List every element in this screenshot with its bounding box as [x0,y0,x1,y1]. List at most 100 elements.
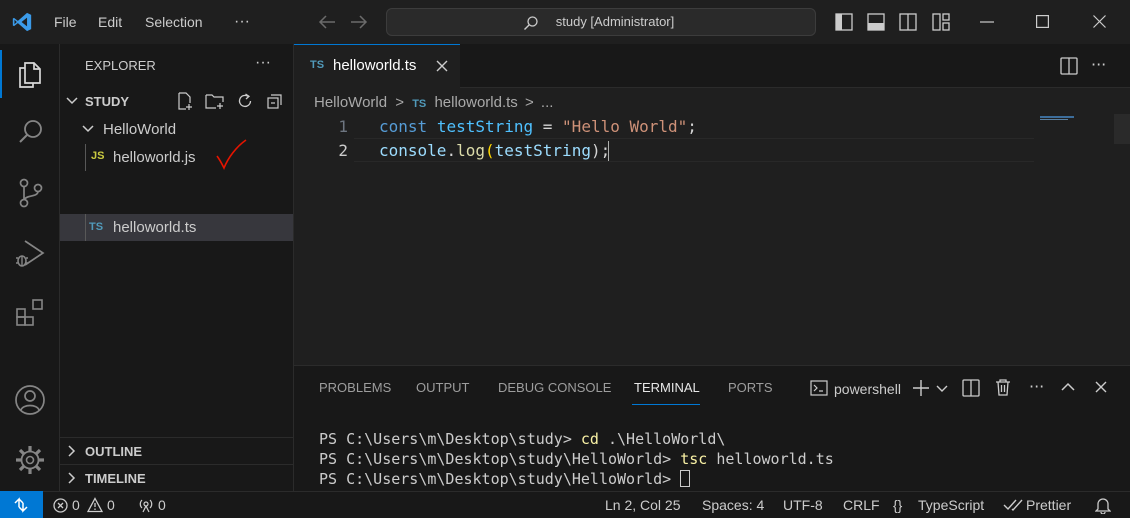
chevron-right-icon [67,472,77,484]
refresh-explorer-icon[interactable] [236,92,254,110]
sidebar-more-button[interactable]: ··· [255,54,271,72]
tab-label: helloworld.ts [333,57,417,74]
extensions-icon[interactable] [15,298,45,328]
outline-section-header[interactable]: OUTLINE [60,440,293,462]
file-row-helloworld-js[interactable]: JS helloworld.js [60,139,293,171]
status-bar: 0 0 0 Ln 2, Col 25 Spaces: 4 UTF-8 CRLF … [0,491,1130,518]
menu-edit[interactable]: Edit [98,0,122,44]
new-folder-icon[interactable] [205,92,225,110]
sidebar-header-title: EXPLORER [85,58,156,73]
editor-scrollbar[interactable] [1114,114,1130,144]
maximize-window-icon[interactable] [1036,15,1049,28]
chevron-down-icon[interactable] [936,385,948,393]
code-token-function: log [456,141,485,160]
panel-tab-terminal[interactable]: TERMINAL [634,380,700,395]
warning-icon[interactable] [87,497,103,513]
explorer-sidebar: EXPLORER ··· STUDY HelloWorld JS hellowo… [60,44,294,491]
collapse-folders-icon[interactable] [266,92,284,110]
panel-more-actions-button[interactable]: ··· [1029,377,1044,396]
folder-row-helloworld[interactable]: HelloWorld [60,118,293,140]
terminal-icon [810,380,828,396]
toggle-panel-icon[interactable] [867,13,885,31]
file-row-helloworld-ts[interactable]: TS helloworld.ts [60,214,293,241]
folder-label: HelloWorld [103,121,177,138]
active-view-indicator [0,50,2,98]
accounts-icon[interactable] [14,384,46,416]
menu-file[interactable]: File [54,0,77,44]
command-center-search[interactable]: study [Administrator] [386,8,816,36]
code-line-2[interactable]: console.log(testString); [379,141,610,160]
editor-tab-helloworld-ts[interactable]: TS helloworld.ts [294,44,460,88]
menu-more-button[interactable]: ··· [234,0,250,44]
text-cursor [608,141,609,161]
nav-back-icon[interactable] [318,14,336,30]
terminal-shell-label[interactable]: powershell [834,381,901,397]
code-line-1[interactable]: const testString = "Hello World"; [379,117,697,136]
error-icon[interactable] [53,498,68,513]
end-of-line[interactable]: CRLF [843,492,880,518]
close-tab-icon[interactable] [436,60,448,72]
editor-tab-bar: TS helloworld.ts ··· [294,44,1130,88]
file-label: helloworld.ts [113,219,197,236]
indentation[interactable]: Spaces: 4 [702,492,764,518]
vscode-logo-icon [11,11,33,33]
editor-group: TS helloworld.ts ··· HelloWorld > TS hel… [294,44,1130,365]
explorer-icon[interactable] [16,58,44,88]
panel-tab-output[interactable]: OUTPUT [416,380,469,395]
panel-tab-problems[interactable]: PROBLEMS [319,380,391,395]
cursor-position[interactable]: Ln 2, Col 25 [605,492,681,518]
manage-gear-icon[interactable] [14,444,46,476]
section-divider [60,437,293,438]
double-check-icon[interactable] [1003,498,1023,512]
code-token-punct: . [446,141,457,160]
timeline-label: TIMELINE [85,471,146,486]
breadcrumb-file[interactable]: helloworld.ts [434,94,517,111]
terminal-command: cd [580,430,599,448]
minimize-window-icon[interactable] [980,21,994,23]
menu-selection[interactable]: Selection [145,0,203,44]
prettier-formatter[interactable]: Prettier [1026,492,1071,518]
ports-broadcast-icon[interactable] [137,497,155,513]
terminal-prompt: PS C:\Users\m\Desktop\study> [319,430,581,448]
language-mode-icon[interactable]: {} [893,492,902,518]
terminal-input-line[interactable]: PS C:\Users\m\Desktop\study\HelloWorld> [319,470,691,488]
split-editor-icon[interactable] [1060,57,1078,75]
breadcrumb-folder[interactable]: HelloWorld [314,94,387,111]
code-token-string: "Hello World" [562,117,688,136]
outline-label: OUTLINE [85,444,143,459]
code-token-bracket: ( [484,141,495,160]
terminal-args: helloworld.ts [707,450,834,468]
trash-icon[interactable] [994,378,1012,396]
editor-more-actions-button[interactable]: ··· [1091,55,1106,74]
notifications-bell-icon[interactable] [1095,497,1111,514]
breadcrumb-symbols[interactable]: ... [541,94,554,111]
line-number: 1 [338,117,348,136]
toggle-primary-sidebar-icon[interactable] [835,13,853,31]
close-window-icon[interactable] [1093,15,1106,28]
code-token-variable: testString [494,141,591,160]
ts-file-icon: TS [310,59,325,71]
error-count[interactable]: 0 [72,492,80,518]
source-control-icon[interactable] [18,178,44,208]
new-terminal-plus-icon[interactable] [912,379,930,397]
panel-tab-ports[interactable]: PORTS [728,380,773,395]
split-terminal-icon[interactable] [962,379,980,397]
code-token-keyword: const [379,117,428,136]
panel-tab-debug-console[interactable]: DEBUG CONSOLE [498,380,611,395]
code-token-punct: ; [687,117,697,136]
close-panel-icon[interactable] [1095,381,1107,393]
customize-layout-icon[interactable] [932,13,950,31]
new-file-icon[interactable] [176,92,194,110]
nav-forward-icon[interactable] [350,14,368,30]
maximize-panel-chevron-up-icon[interactable] [1061,382,1075,392]
language-mode[interactable]: TypeScript [918,492,984,518]
tree-indent-guide [85,144,86,171]
run-and-debug-icon[interactable] [14,238,46,270]
toggle-secondary-sidebar-icon[interactable] [899,13,917,31]
remote-indicator-button[interactable] [0,491,43,518]
timeline-section-header[interactable]: TIMELINE [60,467,293,489]
warning-count[interactable]: 0 [107,492,115,518]
ports-count[interactable]: 0 [158,492,166,518]
file-encoding[interactable]: UTF-8 [783,492,823,518]
search-view-icon[interactable] [17,118,45,146]
